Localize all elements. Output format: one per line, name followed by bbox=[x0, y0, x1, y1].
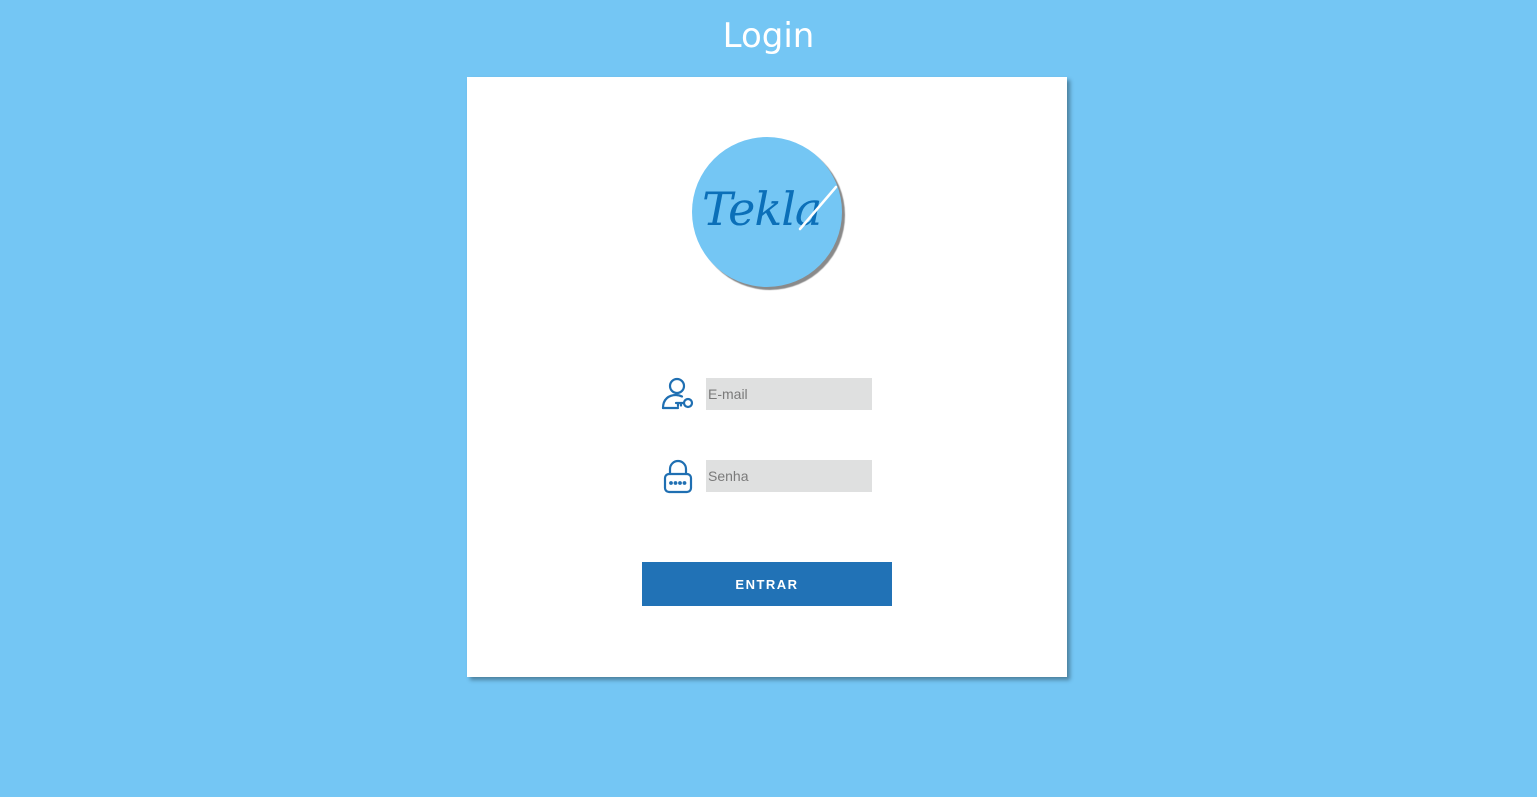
page-title: Login bbox=[722, 16, 815, 56]
password-field-row bbox=[660, 459, 880, 494]
email-input[interactable] bbox=[706, 378, 872, 410]
email-field-row bbox=[660, 377, 880, 411]
login-button[interactable]: ENTRAR bbox=[642, 562, 892, 606]
lock-icon bbox=[663, 459, 693, 494]
brand-logo: Tekla bbox=[692, 137, 842, 287]
login-card: Tekla ENTRAR bbox=[467, 77, 1067, 677]
user-key-icon bbox=[661, 377, 694, 410]
password-input[interactable] bbox=[706, 460, 872, 492]
logo-slash-icon bbox=[798, 185, 838, 231]
